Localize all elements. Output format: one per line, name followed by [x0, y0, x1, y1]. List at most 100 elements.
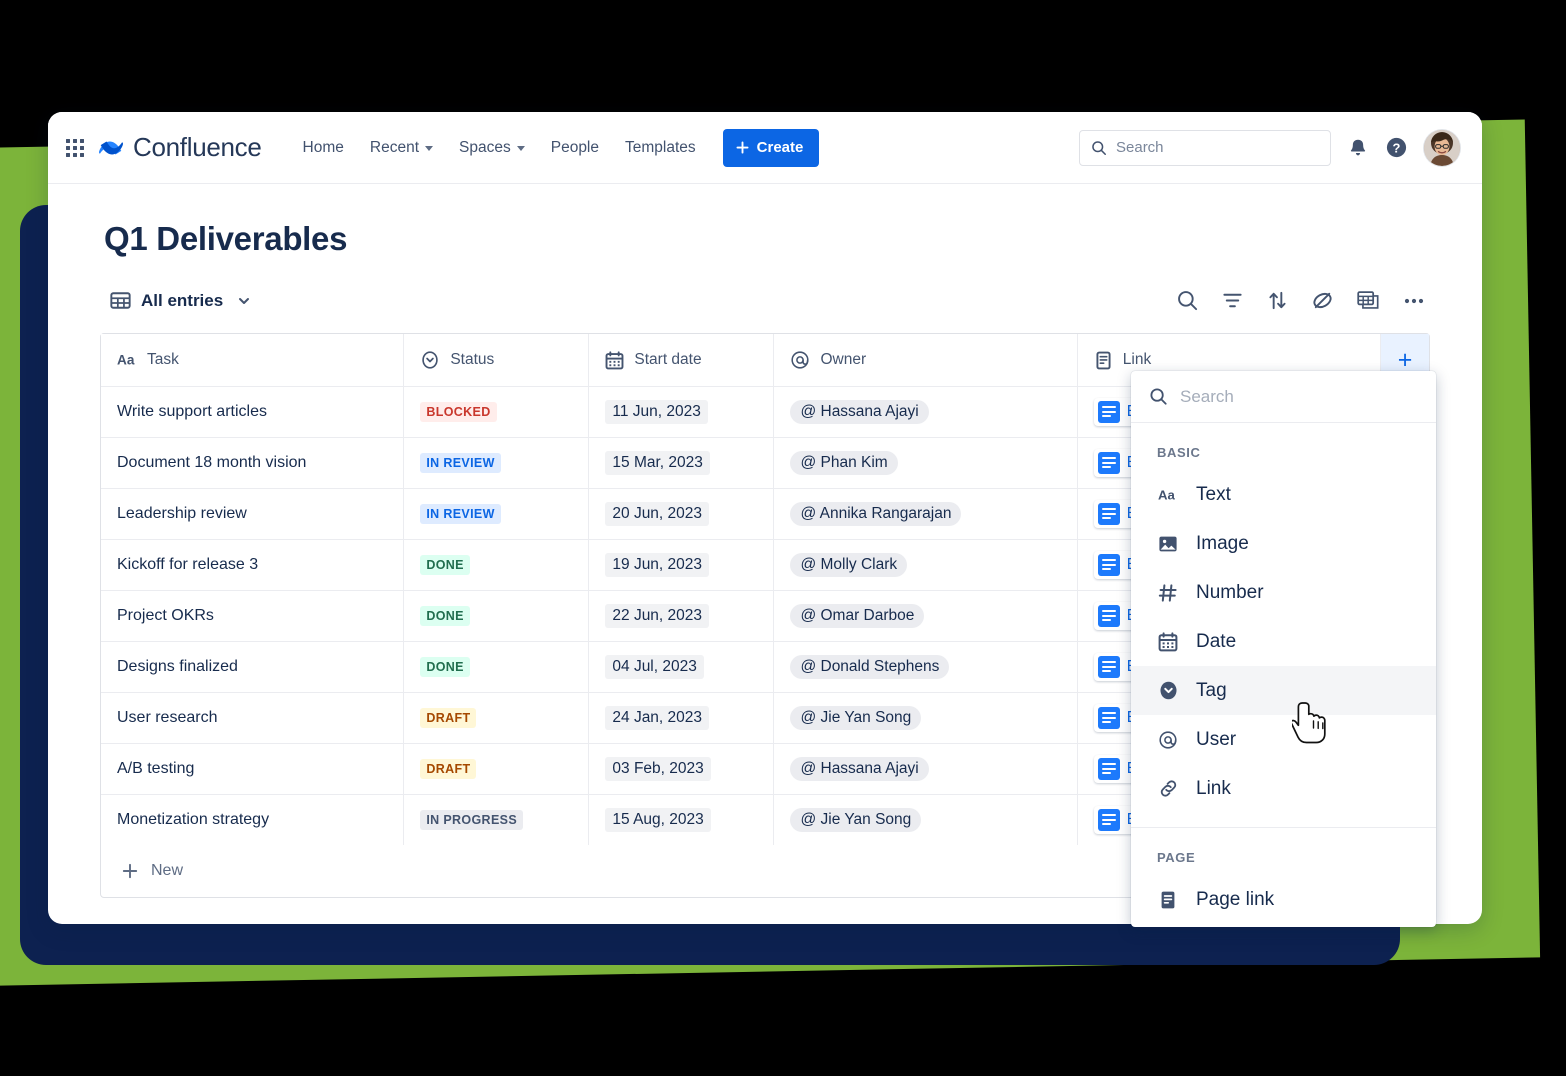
cell-start-date[interactable]: 19 Jun, 2023 [589, 540, 775, 590]
primary-nav-links: Home Recent Spaces People Templates [292, 131, 707, 165]
date-chip: 15 Mar, 2023 [605, 451, 710, 475]
cell-status[interactable]: IN PROGRESS [404, 795, 590, 845]
cell-status[interactable]: DONE [404, 642, 590, 692]
cell-start-date[interactable]: 04 Jul, 2023 [589, 642, 775, 692]
cell-owner[interactable]: @ Donald Stephens [774, 642, 1078, 692]
cell-task[interactable]: Write support articles [101, 387, 405, 437]
field-type-search-placeholder: Search [1180, 386, 1234, 406]
filter-icon[interactable] [1221, 289, 1244, 312]
cell-owner[interactable]: @ Jie Yan Song [774, 693, 1078, 743]
page-link-icon [1096, 351, 1111, 369]
nav-item-templates[interactable]: Templates [614, 131, 707, 165]
cell-status[interactable]: BLOCKED [404, 387, 590, 437]
cell-task[interactable]: Document 18 month vision [101, 438, 405, 488]
field-type-search-input[interactable]: Search [1131, 371, 1436, 423]
field-type-option-label: Tag [1196, 679, 1227, 701]
column-header-task[interactable]: Aa Task [101, 334, 405, 386]
view-selector-all-entries[interactable]: All entries [100, 284, 261, 317]
cell-task[interactable]: User research [101, 693, 405, 743]
cell-start-date[interactable]: 11 Jun, 2023 [589, 387, 775, 437]
cell-task[interactable]: Designs finalized [101, 642, 405, 692]
field-type-option-link[interactable]: Link [1131, 764, 1436, 813]
nav-item-spaces[interactable]: Spaces [448, 131, 536, 165]
cell-status[interactable]: DONE [404, 540, 590, 590]
page-document-icon [1097, 809, 1120, 831]
field-type-option-number[interactable]: Number [1131, 568, 1436, 617]
nav-item-recent[interactable]: Recent [359, 131, 444, 165]
field-type-option-page-link[interactable]: Page link [1131, 875, 1436, 924]
sort-icon[interactable] [1266, 289, 1289, 312]
database-toolbar: All entries [100, 284, 1430, 317]
more-options-icon[interactable] [1402, 289, 1426, 313]
cell-start-date[interactable]: 15 Mar, 2023 [589, 438, 775, 488]
column-header-task-label: Task [147, 351, 179, 368]
page-link-icon [1157, 890, 1179, 910]
chevron-down-icon [425, 146, 434, 151]
status-badge: IN REVIEW [420, 504, 501, 524]
task-text: Kickoff for release 3 [117, 556, 259, 573]
plus-icon [736, 141, 749, 154]
nav-item-people[interactable]: People [540, 131, 610, 165]
apps-grid-icon[interactable] [66, 138, 84, 157]
page-document-icon [1097, 605, 1120, 627]
cell-status[interactable]: IN REVIEW [404, 438, 590, 488]
cell-start-date[interactable]: 15 Aug, 2023 [589, 795, 775, 845]
field-type-option-text[interactable]: Aa Text [1131, 470, 1436, 519]
field-type-option-image[interactable]: Image [1131, 519, 1436, 568]
cell-status[interactable]: DRAFT [404, 744, 590, 794]
cell-status[interactable]: DONE [404, 591, 590, 641]
status-badge: DRAFT [420, 708, 477, 728]
column-header-owner[interactable]: Owner [774, 334, 1078, 386]
chevron-down-icon [239, 297, 250, 304]
cell-task[interactable]: Project OKRs [101, 591, 405, 641]
menu-section-title: PAGE [1157, 850, 1196, 865]
svg-text:?: ? [1393, 140, 1401, 155]
confluence-logo[interactable]: Confluence [98, 132, 262, 163]
create-button[interactable]: Create [722, 128, 820, 167]
field-type-option-user[interactable]: User [1131, 715, 1436, 764]
svg-text:Aa: Aa [117, 353, 135, 368]
cell-status[interactable]: IN REVIEW [404, 489, 590, 539]
cell-start-date[interactable]: 20 Jun, 2023 [589, 489, 775, 539]
layout-icon[interactable] [1356, 289, 1380, 313]
cell-owner[interactable]: @ Omar Darboe [774, 591, 1078, 641]
cell-start-date[interactable]: 24 Jan, 2023 [589, 693, 775, 743]
page-document-icon [1097, 401, 1120, 423]
field-type-option-label: Date [1196, 630, 1237, 652]
field-type-option-tag[interactable]: Tag [1131, 666, 1436, 715]
column-header-owner-label: Owner [820, 351, 867, 368]
nav-item-home[interactable]: Home [292, 131, 355, 165]
cell-owner[interactable]: @ Phan Kim [774, 438, 1078, 488]
cell-owner[interactable]: @ Hassana Ajayi [774, 744, 1078, 794]
task-text: A/B testing [117, 760, 195, 777]
cell-owner[interactable]: @ Annika Rangarajan [774, 489, 1078, 539]
column-header-status[interactable]: Status [404, 334, 590, 386]
column-header-start-date[interactable]: Start date [589, 334, 775, 386]
field-type-option-date[interactable]: Date [1131, 617, 1436, 666]
hide-fields-icon[interactable] [1311, 289, 1334, 312]
global-navigation-bar: Confluence Home Recent Spaces People Tem… [48, 112, 1482, 184]
task-text: Designs finalized [117, 658, 238, 675]
status-badge: IN REVIEW [420, 453, 501, 473]
cell-task[interactable]: Kickoff for release 3 [101, 540, 405, 590]
cell-task[interactable]: Leadership review [101, 489, 405, 539]
cell-status[interactable]: DRAFT [404, 693, 590, 743]
cell-owner[interactable]: @ Molly Clark [774, 540, 1078, 590]
help-question-icon[interactable]: ? [1385, 136, 1408, 159]
nav-item-recent-label: Recent [369, 138, 420, 156]
nav-item-templates-label: Templates [625, 138, 696, 156]
task-text: Write support articles [117, 403, 267, 420]
search-input[interactable]: Search [1079, 129, 1331, 166]
cell-start-date[interactable]: 03 Feb, 2023 [589, 744, 775, 794]
user-avatar[interactable] [1424, 129, 1460, 166]
cell-owner[interactable]: @ Jie Yan Song [774, 795, 1078, 845]
page-document-icon [1097, 554, 1120, 576]
cell-task[interactable]: Monetization strategy [101, 795, 405, 845]
search-icon[interactable] [1176, 289, 1199, 312]
date-chip: 22 Jun, 2023 [605, 604, 710, 628]
cell-start-date[interactable]: 22 Jun, 2023 [589, 591, 775, 641]
notifications-bell-icon[interactable] [1347, 137, 1369, 159]
tag-chevron-icon [422, 351, 439, 369]
cell-task[interactable]: A/B testing [101, 744, 405, 794]
cell-owner[interactable]: @ Hassana Ajayi [774, 387, 1078, 437]
